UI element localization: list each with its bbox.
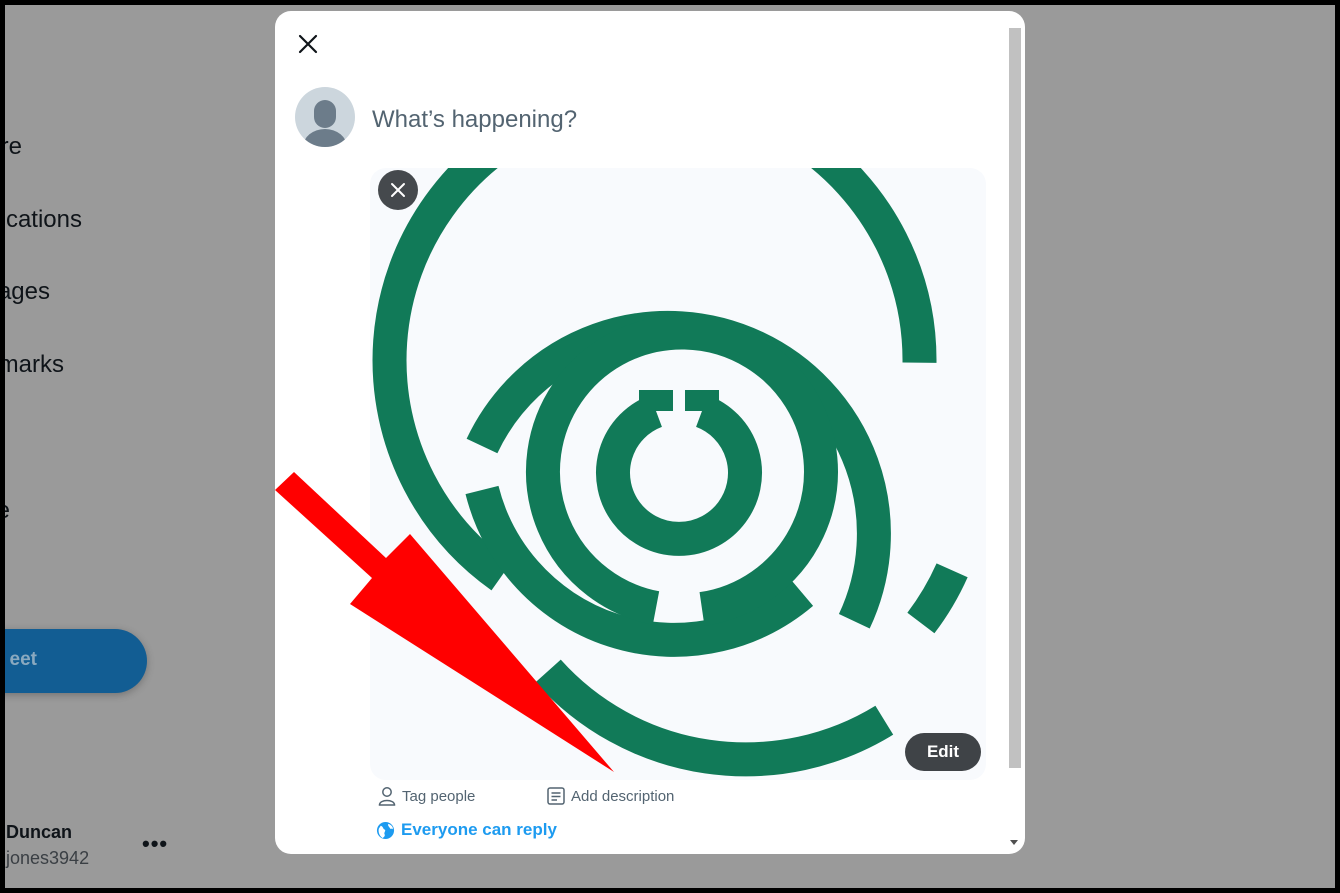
globe-icon	[376, 821, 395, 839]
compose-text-input[interactable]: What’s happening?	[372, 106, 577, 134]
scrollbar[interactable]	[1009, 28, 1021, 768]
add-description-button[interactable]: Add description	[547, 786, 674, 806]
account-handle: jones3942	[6, 848, 90, 868]
sidebar-item-messages[interactable]: ages	[5, 278, 50, 306]
edit-image-button[interactable]: Edit	[905, 733, 981, 771]
close-icon	[298, 34, 318, 54]
sidebar-item-bookmarks[interactable]: marks	[5, 351, 64, 379]
tag-people-label: Tag people	[402, 787, 476, 805]
account-more-button[interactable]: •••	[142, 831, 168, 857]
remove-image-button[interactable]	[378, 170, 418, 210]
compose-tweet-modal: What’s happening? Edit Tag people Add de…	[275, 11, 1025, 854]
scroll-down-arrow-icon[interactable]	[1010, 840, 1018, 845]
person-icon	[378, 787, 396, 806]
tweet-button[interactable]: eet	[5, 629, 147, 693]
default-avatar-icon	[303, 100, 347, 147]
close-icon	[391, 183, 405, 197]
tweet-button-label: eet	[9, 649, 37, 670]
add-description-label: Add description	[571, 787, 675, 805]
reply-setting-label: Everyone can reply	[401, 820, 557, 839]
reply-setting-button[interactable]: Everyone can reply	[376, 820, 557, 840]
description-icon	[547, 787, 565, 805]
sidebar-item-notifications[interactable]: cations	[6, 206, 82, 234]
tag-people-button[interactable]: Tag people	[378, 786, 475, 806]
sidebar-item-explore[interactable]: re	[5, 133, 22, 161]
avatar[interactable]	[295, 87, 355, 147]
close-modal-button[interactable]	[291, 27, 325, 61]
attached-image: Edit	[370, 168, 986, 780]
account-name: Duncan	[6, 822, 73, 842]
sidebar-item-profile[interactable]: e	[5, 497, 10, 525]
maze-image	[372, 168, 968, 777]
